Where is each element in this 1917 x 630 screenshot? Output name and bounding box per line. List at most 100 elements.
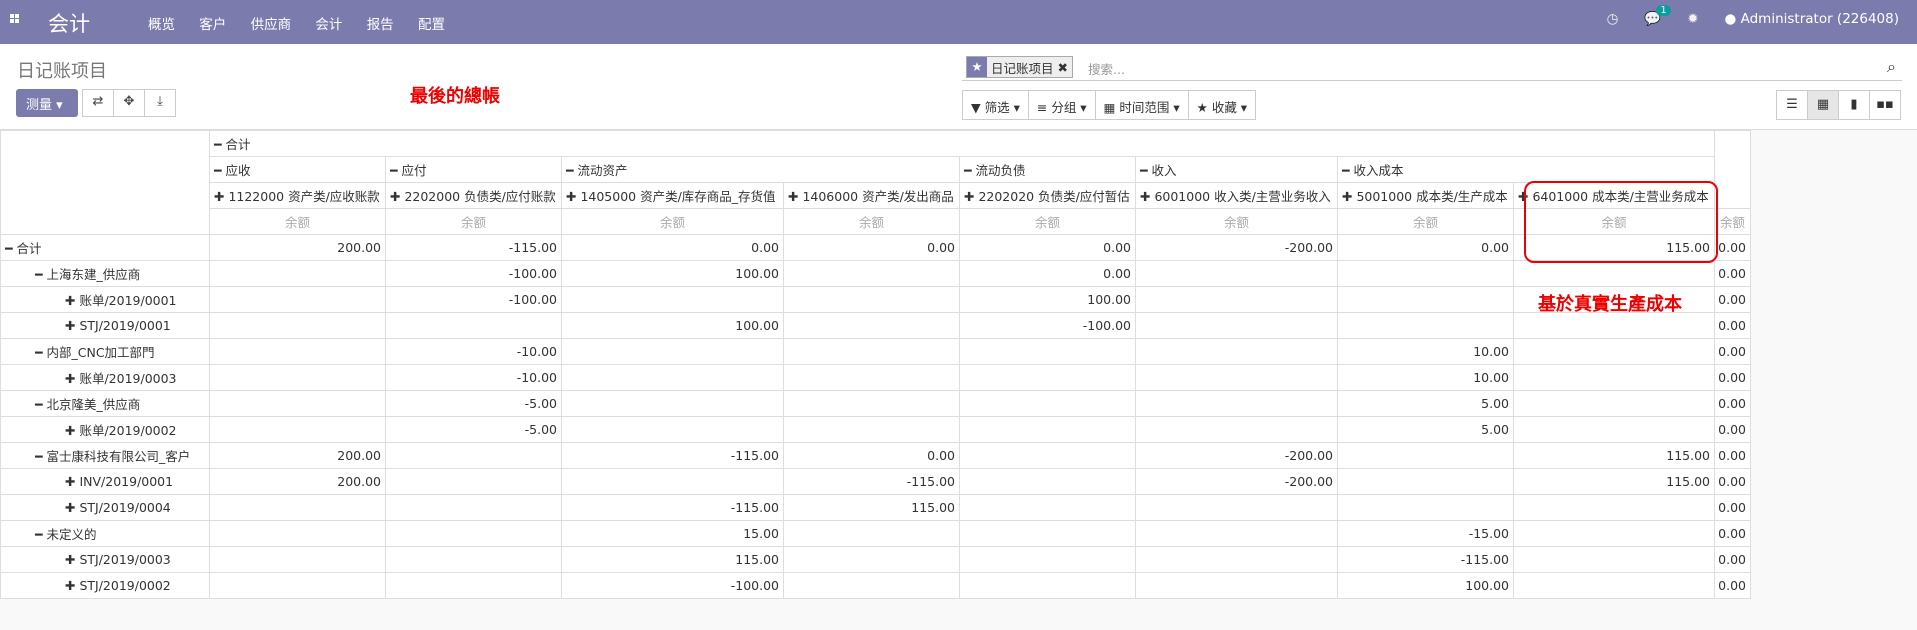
download-icon[interactable]: ⤓ [144,89,176,117]
row-total-cell[interactable]: 0.00 [1714,286,1752,313]
pivot-cell[interactable] [385,442,562,469]
pivot-cell[interactable] [385,546,562,573]
pivot-cell[interactable] [1135,260,1338,287]
pivot-cell[interactable] [385,520,562,547]
pivot-cell[interactable] [209,312,386,339]
row-header[interactable]: ✚ STJ/2019/0004 [0,494,210,521]
pivot-cell[interactable]: 10.00 [1337,364,1514,391]
expand-all-icon[interactable]: ✥ [113,89,145,117]
pivot-cell[interactable] [1135,338,1338,365]
flip-axis-icon[interactable]: ⇄ [82,89,114,117]
pivot-cell[interactable]: 5.00 [1337,390,1514,417]
row-header[interactable]: ━ 未定义的 [0,520,210,547]
pivot-cell[interactable]: -115.00 [561,494,784,521]
pivot-cell[interactable] [783,286,960,313]
pivot-cell[interactable] [1135,312,1338,339]
pivot-cell[interactable] [561,416,784,443]
col-header-total[interactable]: ━ 合计 [208,130,1716,157]
pivot-cell[interactable]: 115.00 [783,494,960,521]
pivot-cell[interactable]: -100.00 [385,286,562,313]
pivot-cell[interactable] [959,572,1136,599]
favorites-dropdown[interactable]: ★ 收藏 ▾ [1187,90,1257,120]
pivot-cell[interactable] [209,494,386,521]
pivot-cell[interactable] [959,546,1136,573]
pivot-cell[interactable] [385,494,562,521]
measure-header[interactable]: 余额 [1135,208,1338,235]
pivot-cell[interactable]: 100.00 [959,286,1136,313]
menu-item-configuration[interactable]: 配置 [418,17,445,33]
col-account-header[interactable]: ✚ 1405000 资产类/库存商品_存货值 [561,182,784,209]
row-total-cell[interactable]: 0.00 [1714,416,1752,443]
pivot-cell[interactable] [1512,338,1716,365]
pivot-cell[interactable]: 100.00 [561,312,784,339]
pivot-cell[interactable] [783,572,960,599]
debug-bug-icon[interactable]: ✹ [1687,11,1698,27]
pivot-cell[interactable]: -115.00 [385,234,562,261]
col-account-header[interactable]: ✚ 2202000 负债类/应付账款 [385,182,562,209]
pivot-cell[interactable]: 10.00 [1337,338,1514,365]
col-account-header[interactable]: ✚ 1406000 资产类/发出商品 [783,182,960,209]
pivot-cell[interactable]: 115.00 [1512,468,1716,495]
pivot-cell[interactable]: -5.00 [385,390,562,417]
pivot-cell[interactable] [1337,260,1514,287]
pivot-cell[interactable] [209,572,386,599]
menu-item-vendors[interactable]: 供应商 [251,17,292,33]
pivot-cell[interactable]: 200.00 [209,468,386,495]
pivot-cell[interactable] [1337,468,1514,495]
measures-button[interactable]: 测量 ▾ [16,89,78,117]
pivot-cell[interactable] [385,312,562,339]
menu-item-overview[interactable]: 概览 [148,17,175,33]
row-header[interactable]: ━ 上海东建_供应商 [0,260,210,287]
pivot-cell[interactable] [1512,260,1716,287]
col-group-header[interactable]: ━ 流动负债 [959,156,1136,183]
pivot-view-icon[interactable]: ▦ [1807,90,1839,120]
chat-icon[interactable]: 💬 1 [1644,5,1671,27]
pivot-cell[interactable]: -100.00 [385,260,562,287]
row-header[interactable]: ━ 北京隆美_供应商 [0,390,210,417]
pivot-cell[interactable]: -200.00 [1135,234,1338,261]
col-account-header[interactable]: ✚ 1122000 资产类/应收账款 [209,182,386,209]
pivot-cell[interactable] [1337,286,1514,313]
menu-item-customers[interactable]: 客户 [199,17,226,33]
measure-header[interactable]: 余额 [385,208,562,235]
pivot-cell[interactable] [1337,442,1514,469]
pivot-cell[interactable]: -5.00 [385,416,562,443]
pivot-cell[interactable]: 0.00 [783,234,960,261]
pivot-cell[interactable] [783,390,960,417]
pivot-cell[interactable] [783,260,960,287]
pivot-cell[interactable] [1512,572,1716,599]
col-group-header[interactable]: ━ 应收 [209,156,386,183]
pivot-cell[interactable]: 5.00 [1337,416,1514,443]
row-header[interactable]: ✚ INV/2019/0001 [0,468,210,495]
pivot-cell[interactable] [783,546,960,573]
menu-item-accounting[interactable]: 会计 [315,17,342,33]
row-total-cell[interactable]: 0.00 [1714,390,1752,417]
pivot-cell[interactable]: -200.00 [1135,468,1338,495]
pivot-cell[interactable] [959,520,1136,547]
row-total-cell[interactable]: 0.00 [1714,312,1752,339]
pivot-cell[interactable] [561,338,784,365]
search-facet[interactable]: ★ 日记账项目 ✖ [966,56,1073,78]
timerange-dropdown[interactable]: ▦ 时间范围 ▾ [1094,90,1189,120]
pivot-cell[interactable] [209,364,386,391]
pivot-cell[interactable] [959,468,1136,495]
pivot-cell[interactable] [1135,286,1338,313]
row-header[interactable]: ✚ 账单/2019/0003 [0,364,210,391]
pivot-cell[interactable] [209,390,386,417]
pivot-cell[interactable] [1512,390,1716,417]
row-header[interactable]: ✚ STJ/2019/0002 [0,572,210,599]
pivot-cell[interactable] [783,364,960,391]
col-account-header[interactable]: ✚ 2202020 负债类/应付暂估 [959,182,1136,209]
row-total-cell[interactable]: 0.00 [1714,442,1752,469]
pivot-cell[interactable]: 0.00 [1337,234,1514,261]
pivot-cell[interactable] [783,416,960,443]
row-header[interactable]: ━ 合计 [0,234,210,261]
activity-clock-icon[interactable]: ◷ [1607,11,1619,27]
pivot-cell[interactable]: 0.00 [561,234,784,261]
pivot-cell[interactable] [1135,520,1338,547]
measure-header[interactable]: 余额 [1714,208,1752,235]
pivot-cell[interactable] [1512,416,1716,443]
pivot-cell[interactable] [561,390,784,417]
kanban-view-icon[interactable]: ▪▪ [1869,90,1901,120]
pivot-cell[interactable] [1135,494,1338,521]
